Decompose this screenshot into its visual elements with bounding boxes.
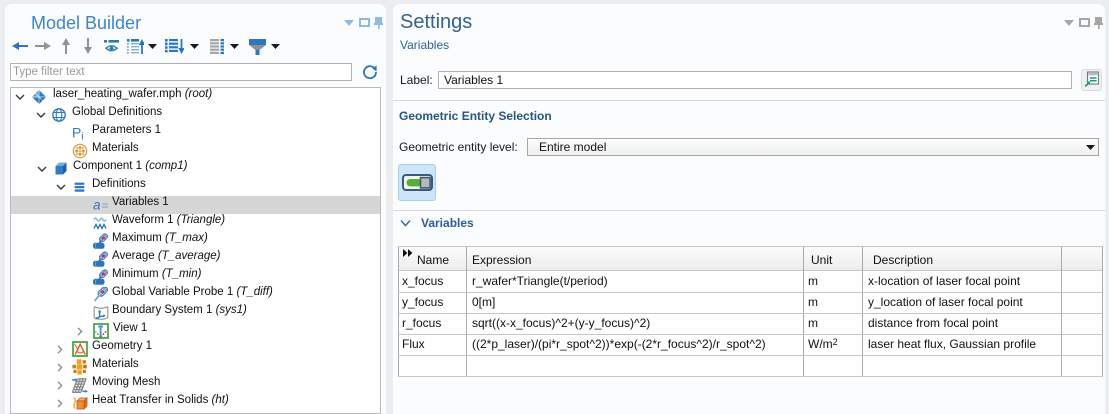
svg-text:P: P	[72, 125, 81, 141]
svg-text:a: a	[93, 198, 101, 213]
svg-text:=: =	[102, 199, 109, 213]
svg-text:i: i	[81, 131, 83, 142]
